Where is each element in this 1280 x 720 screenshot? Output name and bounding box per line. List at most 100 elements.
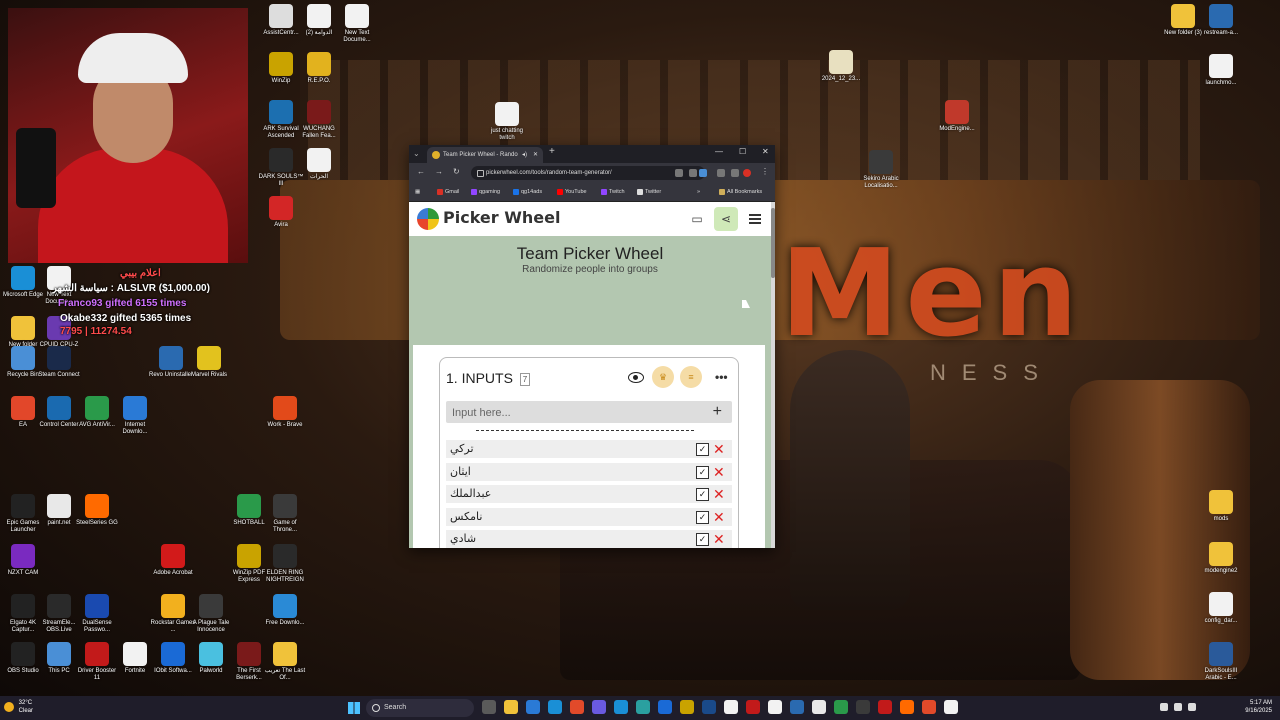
entry-name[interactable]: تركي	[450, 442, 474, 455]
taskbar-app-icon[interactable]	[900, 700, 914, 714]
extension-icon[interactable]	[717, 169, 725, 177]
bookmark-youtube[interactable]: YouTube	[557, 183, 587, 201]
desktop-icon[interactable]: mods	[1198, 490, 1244, 523]
volume-icon[interactable]	[1174, 703, 1182, 711]
desktop-icon[interactable]: WUCHANG Fallen Fea...	[296, 100, 342, 140]
desktop-icon[interactable]: A Plague Tale Innocence	[188, 594, 234, 634]
desktop-icon[interactable]: الحرات	[296, 148, 342, 181]
desktop-icon[interactable]: ModEngine...	[934, 100, 980, 133]
taskbar-app-icon[interactable]	[856, 700, 870, 714]
clock[interactable]: 5:17 AM 9/16/2025	[1245, 699, 1272, 715]
bookmark-twitch[interactable]: Twitch	[601, 183, 625, 201]
entry-checkbox[interactable]: ✓	[696, 488, 709, 501]
add-entry-icon[interactable]: +	[713, 401, 722, 423]
entry-input[interactable]	[446, 401, 704, 425]
tab-picker-wheel[interactable]: Team Picker Wheel - Rando ◂) ✕	[427, 147, 543, 163]
desktop-icon[interactable]: Free Downlo...	[262, 594, 308, 627]
bookmark-gmail[interactable]: Gmail	[437, 183, 459, 201]
menu-kebab-icon[interactable]: ⋮	[761, 167, 769, 176]
taskbar-app-icon[interactable]	[482, 700, 496, 714]
desktop-icon[interactable]: Steam Connect	[36, 346, 82, 379]
remove-entry-icon[interactable]: ✕	[713, 463, 725, 481]
taskbar-app-icon[interactable]	[526, 700, 540, 714]
taskbar-app-icon[interactable]	[702, 700, 716, 714]
taskbar-app-icon[interactable]	[658, 700, 672, 714]
bookmarks-chevron-icon[interactable]: »	[697, 183, 700, 201]
desktop-icon[interactable]: Adobe Acrobat	[150, 544, 196, 577]
taskbar-app-icon[interactable]	[680, 700, 694, 714]
taskbar-app-icon[interactable]	[570, 700, 584, 714]
taskbar-app-icon[interactable]	[614, 700, 628, 714]
star-icon[interactable]	[699, 169, 707, 177]
battery-icon[interactable]	[1188, 703, 1196, 711]
url-field[interactable]: pickerwheel.com/tools/random-team-genera…	[471, 166, 705, 180]
all-bookmarks[interactable]: All Bookmarks	[719, 183, 762, 201]
picker-wheel-logo-icon[interactable]	[417, 208, 439, 230]
profile-avatar-icon[interactable]	[743, 169, 751, 177]
remove-entry-icon[interactable]: ✕	[713, 530, 725, 548]
reload-icon[interactable]: ↻	[453, 167, 460, 176]
speaker-icon[interactable]: ◂)	[522, 147, 527, 163]
bookmark-qgaming[interactable]: qgaming	[471, 183, 500, 201]
desktop-icon[interactable]: modengine2	[1198, 542, 1244, 575]
entry-checkbox[interactable]: ✓	[696, 443, 709, 456]
entry-checkbox[interactable]: ✓	[696, 465, 709, 479]
brand-name[interactable]: Picker Wheel	[443, 208, 560, 227]
desktop-icon[interactable]: 2024_12_23...	[818, 50, 864, 83]
hamburger-menu-button[interactable]	[743, 207, 767, 231]
desktop-icon[interactable]: launchmo...	[1198, 54, 1244, 87]
taskbar-app-icon[interactable]	[944, 700, 958, 714]
tab-search-chevron-icon[interactable]: ⌄	[413, 149, 420, 158]
taskbar-app-icon[interactable]	[592, 700, 606, 714]
zoom-icon[interactable]	[675, 169, 683, 177]
group-icon-button[interactable]: ♛	[652, 366, 674, 388]
eye-off-icon[interactable]	[689, 169, 697, 177]
taskbar-app-icon[interactable]	[746, 700, 760, 714]
taskbar-app-icon[interactable]	[834, 700, 848, 714]
entry-name[interactable]: شادي	[450, 532, 476, 545]
desktop-icon[interactable]: Marvel Rivals	[186, 346, 232, 379]
bookmark-qg14ads[interactable]: qg14ads	[513, 183, 542, 201]
wifi-icon[interactable]	[1160, 703, 1168, 711]
taskbar-app-icon[interactable]	[878, 700, 892, 714]
taskbar-app-icon[interactable]	[790, 700, 804, 714]
desktop-icon[interactable]: Avira	[258, 196, 304, 229]
remove-entry-icon[interactable]: ✕	[713, 440, 725, 458]
desktop-icon[interactable]: Sekiro Arabic Localisatio...	[858, 150, 904, 190]
taskbar-app-icon[interactable]	[504, 700, 518, 714]
taskbar-search[interactable]: Search	[366, 699, 474, 717]
entry-name[interactable]: ايثان	[450, 465, 471, 478]
start-windows-icon[interactable]	[348, 702, 360, 714]
desktop-icon[interactable]: SteelSeries GG	[74, 494, 120, 527]
remove-entry-icon[interactable]: ✕	[713, 508, 725, 526]
taskbar-app-icon[interactable]	[724, 700, 738, 714]
entry-checkbox[interactable]: ✓	[696, 533, 709, 546]
back-icon[interactable]: ←	[417, 167, 425, 176]
tab-close-icon[interactable]: ✕	[533, 147, 538, 163]
eye-icon[interactable]	[628, 372, 644, 383]
entry-checkbox[interactable]: ✓	[696, 510, 709, 524]
taskbar-app-icon[interactable]	[812, 700, 826, 714]
desktop-icon[interactable]: restream-a...	[1198, 4, 1244, 37]
bookmark-twitter[interactable]: Twitter	[637, 183, 661, 201]
vertical-scroll-thumb[interactable]	[771, 208, 775, 278]
desktop-icon[interactable]: تعريب The Last Of...	[262, 642, 308, 682]
desktop-icon[interactable]: DualSense Passwo...	[74, 594, 120, 634]
remove-entry-icon[interactable]: ✕	[713, 485, 725, 503]
minimize-icon[interactable]: —	[715, 147, 723, 156]
desktop-icon[interactable]: just chatting twitch	[484, 102, 530, 142]
taskbar-app-icon[interactable]	[922, 700, 936, 714]
close-window-icon[interactable]: ✕	[762, 147, 769, 156]
tab-search-icon[interactable]	[731, 169, 739, 177]
more-options-icon[interactable]: •••	[715, 370, 728, 384]
desktop-icon[interactable]: config_dar...	[1198, 592, 1244, 625]
new-tab-icon[interactable]: +	[549, 146, 555, 157]
list-icon-button[interactable]: ≡	[680, 366, 702, 388]
apps-grid-icon[interactable]: ▦	[415, 183, 420, 201]
share-icon[interactable]: ⋖	[714, 207, 738, 231]
desktop-icon[interactable]: New Text Docume...	[334, 4, 380, 44]
entry-name[interactable]: نامكس	[450, 510, 482, 523]
taskbar-app-icon[interactable]	[548, 700, 562, 714]
desktop-icon[interactable]: Work - Brave	[262, 396, 308, 429]
forward-icon[interactable]: →	[435, 167, 443, 176]
